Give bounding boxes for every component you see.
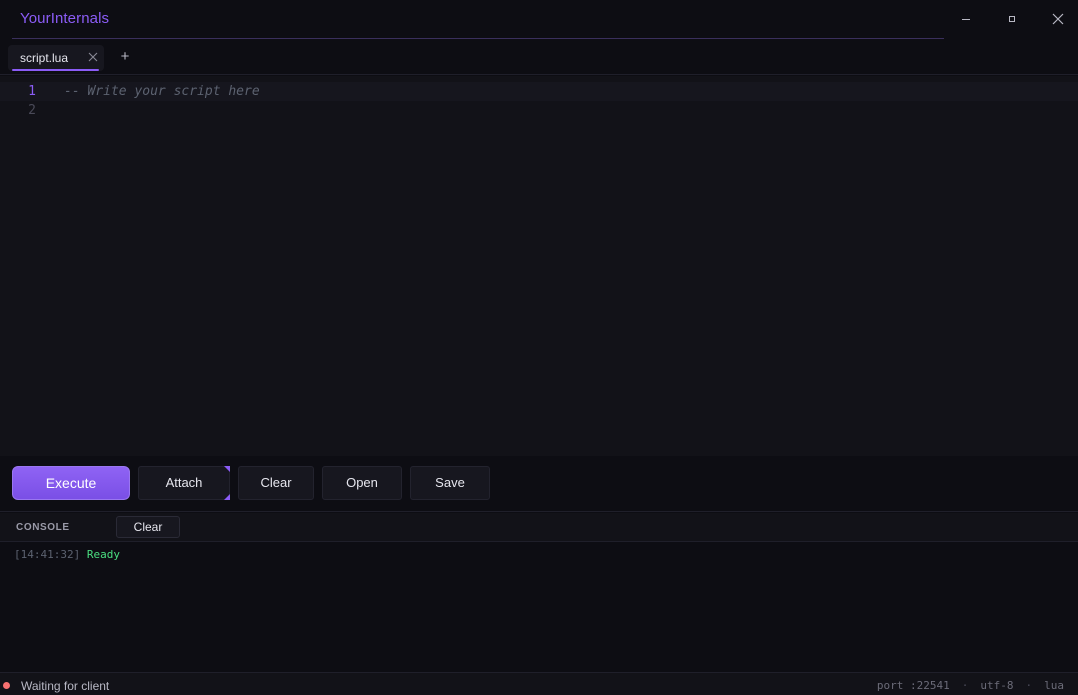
- action-toolbar: Execute Attach Clear Open Save: [0, 456, 1078, 512]
- close-button[interactable]: [1038, 6, 1078, 32]
- log-entry: [14:41:32] Ready: [14, 548, 120, 561]
- tab-label: script.lua: [20, 51, 69, 65]
- code-editor[interactable]: 1 -- Write your script here 2: [0, 76, 1078, 456]
- save-button[interactable]: Save: [410, 466, 490, 500]
- clear-console-button[interactable]: Clear: [116, 516, 180, 538]
- title-bar: YourInternals: [0, 0, 1078, 38]
- connection-status-text: Waiting for client: [21, 679, 110, 693]
- attach-button[interactable]: Attach: [138, 466, 230, 500]
- active-tab-indicator: [12, 69, 99, 71]
- port-info: port :22541: [876, 679, 950, 692]
- clear-editor-button[interactable]: Clear: [238, 466, 314, 500]
- execute-button[interactable]: Execute: [12, 466, 130, 500]
- maximize-button[interactable]: [992, 6, 1032, 32]
- line-number: 1: [28, 84, 36, 99]
- log-message: Ready: [86, 548, 120, 561]
- close-icon: [1052, 13, 1064, 25]
- console-output[interactable]: [14:41:32] Ready: [0, 542, 1078, 672]
- app-title: YourInternals: [20, 10, 110, 27]
- editor-line[interactable]: 2: [0, 101, 1078, 120]
- encoding-info: utf-8: [980, 679, 1014, 692]
- tab-close-icon[interactable]: [88, 52, 98, 62]
- console-header: CONSOLE Clear: [0, 513, 1078, 542]
- maximize-icon: [1009, 16, 1015, 22]
- connection-status-dot: [3, 682, 10, 689]
- status-info: port :22541 · utf-8 · lua: [876, 679, 1064, 692]
- status-bar: Waiting for client port :22541 · utf-8 · lua: [0, 672, 1078, 695]
- console-title: CONSOLE: [16, 522, 70, 533]
- editor-line[interactable]: 1 -- Write your script here: [0, 82, 1078, 101]
- line-number: 2: [28, 103, 36, 118]
- tab-bar: script.lua +: [0, 39, 1078, 75]
- language-info: lua: [1044, 679, 1064, 692]
- add-tab-button[interactable]: +: [116, 48, 134, 66]
- minimize-icon: [962, 19, 970, 20]
- line-code[interactable]: -- Write your script here: [64, 82, 260, 101]
- minimize-button[interactable]: [946, 6, 986, 32]
- open-button[interactable]: Open: [322, 466, 402, 500]
- tab-script-lua[interactable]: script.lua: [8, 45, 104, 71]
- log-timestamp: [14:41:32]: [14, 548, 81, 561]
